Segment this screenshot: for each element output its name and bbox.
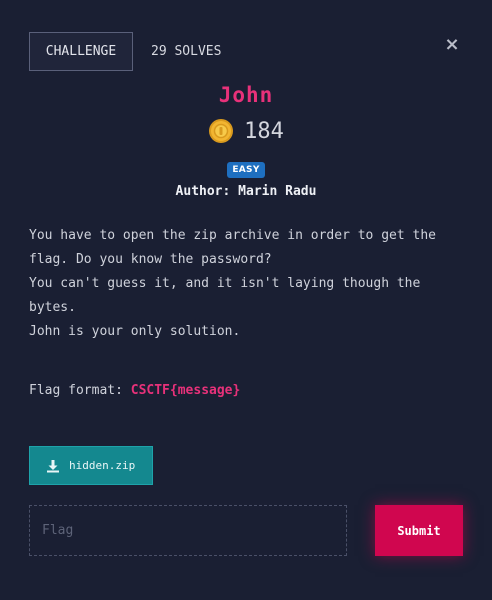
flag-input[interactable] <box>29 505 347 556</box>
submit-button[interactable]: Submit <box>375 505 463 556</box>
flag-format-label: Flag format: <box>29 383 131 398</box>
challenge-author: Author: Marin Radu <box>175 184 317 199</box>
description-line: You can't guess it, and it isn't laying … <box>29 276 421 315</box>
download-icon <box>47 459 59 472</box>
close-icon: × <box>444 33 460 55</box>
challenge-points: 184 <box>244 118 284 144</box>
tab-challenge[interactable]: CHALLENGE <box>29 32 133 71</box>
coin-icon <box>209 119 234 143</box>
description-line: You have to open the zip archive in orde… <box>29 228 436 267</box>
challenge-title: John <box>218 83 274 107</box>
difficulty-badge: EASY <box>227 162 265 178</box>
modal-header: CHALLENGE 29 SOLVES <box>29 32 221 71</box>
tab-solves[interactable]: 29 SOLVES <box>151 44 221 59</box>
close-button[interactable]: × <box>442 33 462 55</box>
challenge-description: You have to open the zip archive in orde… <box>29 224 469 344</box>
download-file-label: hidden.zip <box>69 459 136 472</box>
flag-format: Flag format: CSCTF{message} <box>29 383 240 398</box>
challenge-modal: CHALLENGE 29 SOLVES × John 184 EASY Auth… <box>0 0 492 600</box>
flag-format-value: CSCTF{message} <box>130 383 241 398</box>
points-row: 184 <box>0 118 492 144</box>
difficulty-row: EASY <box>0 162 492 178</box>
download-file-button[interactable]: hidden.zip <box>29 446 153 485</box>
description-line: John is your only solution. <box>29 324 241 339</box>
